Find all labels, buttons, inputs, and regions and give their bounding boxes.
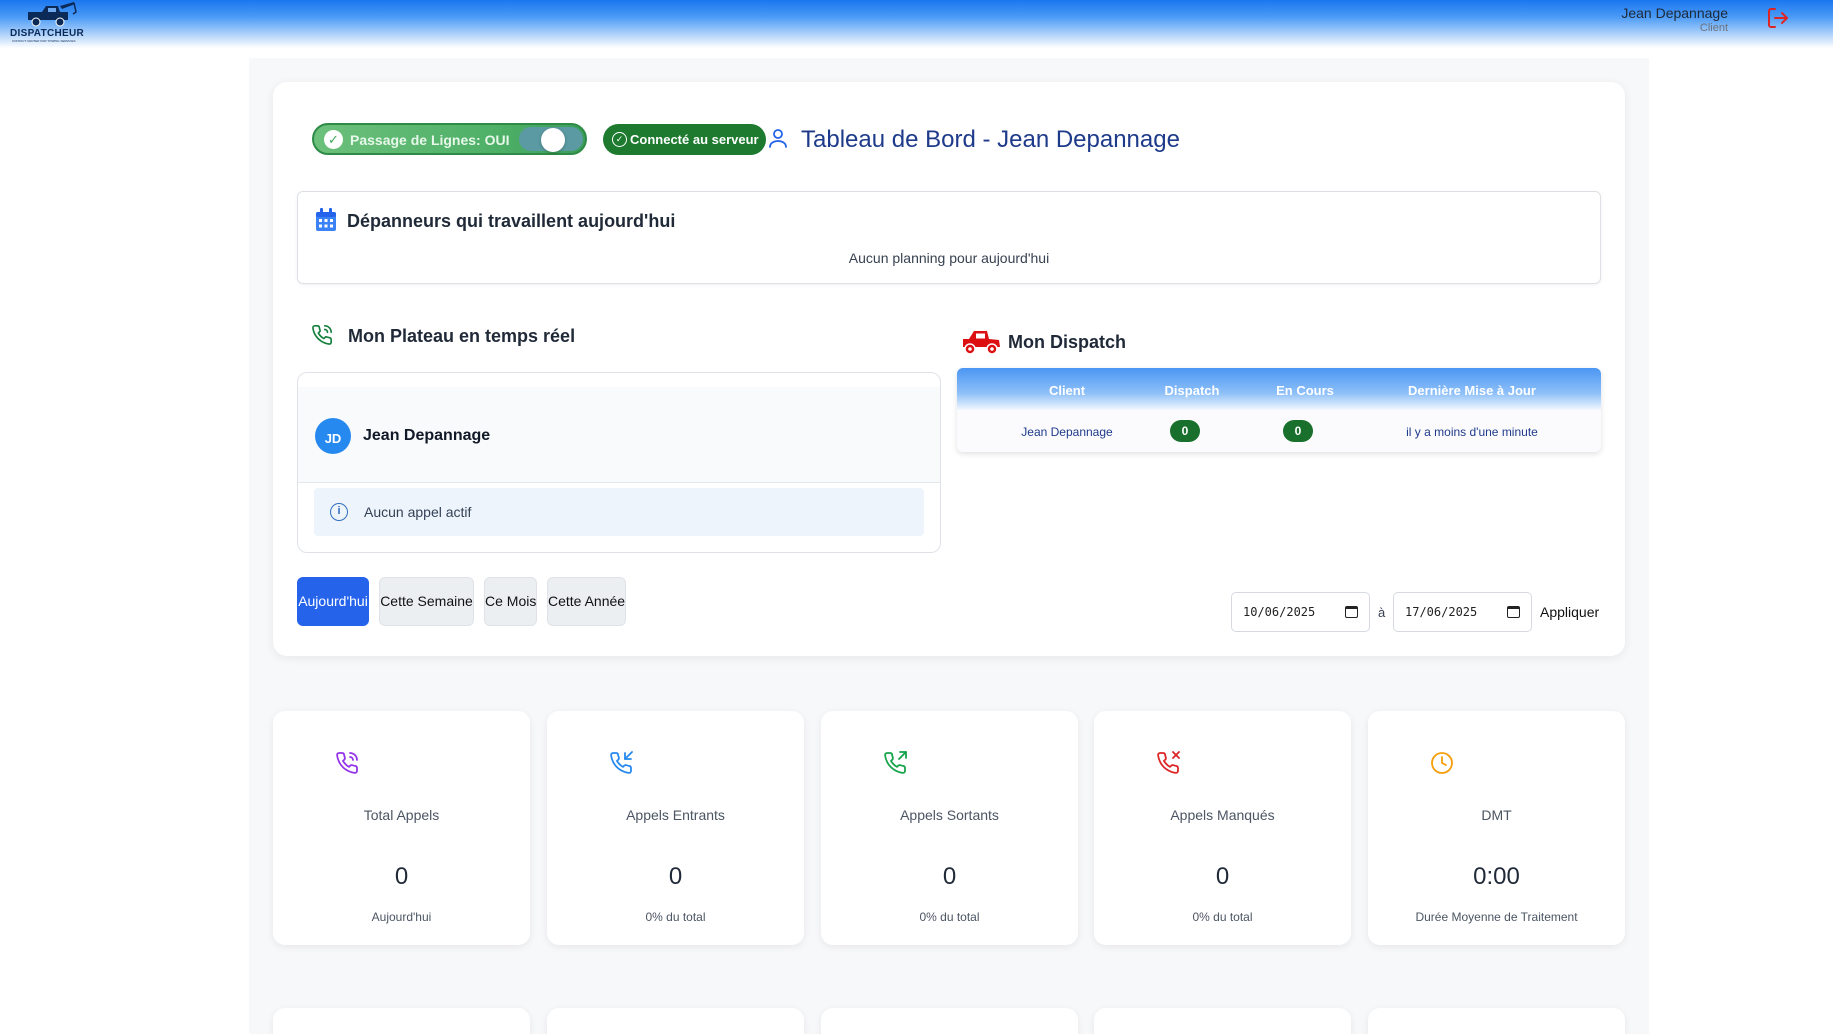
calendar-picker-icon[interactable]	[1507, 606, 1520, 618]
stat-card	[273, 1008, 530, 1034]
stat-value: 0:00	[1473, 863, 1520, 890]
info-icon: i	[330, 503, 348, 521]
dispatch-table: Client Dispatch En Cours Dernière Mise à…	[957, 368, 1601, 452]
stat-value: 0	[1215, 863, 1230, 890]
stat-value: 0	[394, 863, 409, 890]
phone-call-icon	[336, 752, 358, 774]
calendar-icon	[316, 208, 336, 231]
period-week-button[interactable]: Cette Semaine	[379, 577, 474, 626]
depanneurs-panel	[297, 191, 1601, 284]
stat-subtext: 0% du total	[919, 910, 980, 924]
page-title: Tableau de Bord - Jean Depannage	[801, 126, 1180, 153]
user-icon	[769, 129, 787, 148]
logo-subtext: CONTACT CENTER FOR TOWING SERVICES	[12, 39, 76, 43]
depanneurs-empty-text: Aucun planning pour aujourd'hui	[848, 250, 1050, 266]
stat-label: Total Appels	[363, 807, 440, 823]
date-from-input[interactable]: 10/06/2025	[1231, 592, 1370, 632]
column-header-dispatch: Dispatch	[1164, 383, 1220, 398]
line-passage-toggle[interactable]: ✓ Passage de Lignes: OUI	[312, 123, 587, 155]
avatar: JD	[315, 418, 351, 454]
date-to-input[interactable]: 17/06/2025	[1393, 592, 1532, 632]
period-today-button[interactable]: Aujourd'hui	[297, 577, 369, 626]
stat-card	[1094, 1008, 1351, 1034]
connection-status-badge: ✓ Connecté au serveur	[603, 124, 766, 155]
stat-card	[1368, 1008, 1625, 1034]
dispatch-count-badge: 0	[1170, 420, 1200, 442]
stat-value: 0	[668, 863, 683, 890]
stat-subtext: 0% du total	[645, 910, 706, 924]
toggle-knob	[541, 128, 565, 152]
dispatch-title: Mon Dispatch	[1008, 332, 1127, 352]
agent-header: JD Jean Depannage	[298, 387, 940, 483]
table-cell-client: Jean Depannage	[1021, 425, 1113, 439]
apply-button[interactable]: Appliquer	[1540, 604, 1599, 620]
phone-outgoing-icon	[884, 751, 907, 774]
logo-text: DISPATCHEUR	[10, 28, 85, 39]
stat-label: Appels Entrants	[626, 807, 725, 823]
logo[interactable]: DISPATCHEUR CONTACT CENTER FOR TOWING SE…	[8, 2, 92, 44]
stat-card-total-calls: Total Appels 0 Aujourd'hui	[273, 711, 530, 945]
stat-subtext: 0% du total	[1192, 910, 1253, 924]
stat-card-missed-calls: Appels Manqués 0 0% du total	[1094, 711, 1351, 945]
column-header-last-update: Dernière Mise à Jour	[1408, 383, 1536, 398]
no-active-call-notice: i Aucun appel actif	[314, 488, 924, 536]
period-year-button[interactable]: Cette Année	[547, 577, 626, 626]
stat-card-dmt: DMT 0:00 Durée Moyenne de Traitement	[1368, 711, 1625, 945]
column-header-en-cours: En Cours	[1276, 383, 1334, 398]
stat-value: 0	[942, 863, 957, 890]
logout-icon[interactable]	[1766, 6, 1790, 30]
agent-name: Jean Depannage	[363, 427, 491, 444]
connection-label: Connecté au serveur	[630, 132, 759, 147]
date-from-value: 10/06/2025	[1243, 605, 1316, 619]
stat-card	[821, 1008, 1078, 1034]
no-call-text: Aucun appel actif	[364, 504, 472, 520]
date-separator: à	[1378, 605, 1386, 620]
truck-icon	[963, 331, 1000, 355]
clock-icon	[1431, 752, 1453, 774]
toggle-switch[interactable]	[519, 127, 583, 152]
check-icon: ✓	[324, 130, 343, 149]
user-role: Client	[1699, 22, 1728, 34]
stat-card-incoming-calls: Appels Entrants 0 0% du total	[547, 711, 804, 945]
date-to-value: 17/06/2025	[1405, 605, 1478, 619]
stat-card-outgoing-calls: Appels Sortants 0 0% du total	[821, 711, 1078, 945]
phone-call-icon	[312, 325, 332, 345]
user-name: Jean Depannage	[1621, 5, 1728, 21]
phone-missed-icon	[1157, 751, 1180, 774]
toggle-label: Passage de Lignes: OUI	[350, 132, 510, 148]
stat-label: Appels Sortants	[900, 807, 999, 823]
tow-truck-logo-icon	[28, 2, 77, 27]
table-cell-last-update: il y a moins d'une minute	[1406, 425, 1538, 439]
stat-subtext: Aujourd'hui	[371, 910, 432, 924]
plateau-agent-card: JD Jean Depannage i Aucun appel actif	[297, 372, 941, 553]
calendar-picker-icon[interactable]	[1345, 606, 1358, 618]
top-bar: DISPATCHEUR CONTACT CENTER FOR TOWING SE…	[0, 0, 1833, 48]
depanneurs-title: Dépanneurs qui travaillent aujourd'hui	[347, 211, 676, 231]
stat-label: DMT	[1481, 807, 1512, 823]
en-cours-count-badge: 0	[1283, 420, 1313, 442]
column-header-client: Client	[1048, 383, 1086, 398]
check-circle-icon: ✓	[612, 132, 627, 147]
plateau-title: Mon Plateau en temps réel	[348, 326, 576, 346]
phone-incoming-icon	[610, 751, 633, 774]
stat-subtext: Durée Moyenne de Traitement	[1415, 910, 1578, 924]
stat-label: Appels Manqués	[1170, 807, 1275, 823]
stat-card	[547, 1008, 804, 1034]
period-month-button[interactable]: Ce Mois	[484, 577, 537, 626]
